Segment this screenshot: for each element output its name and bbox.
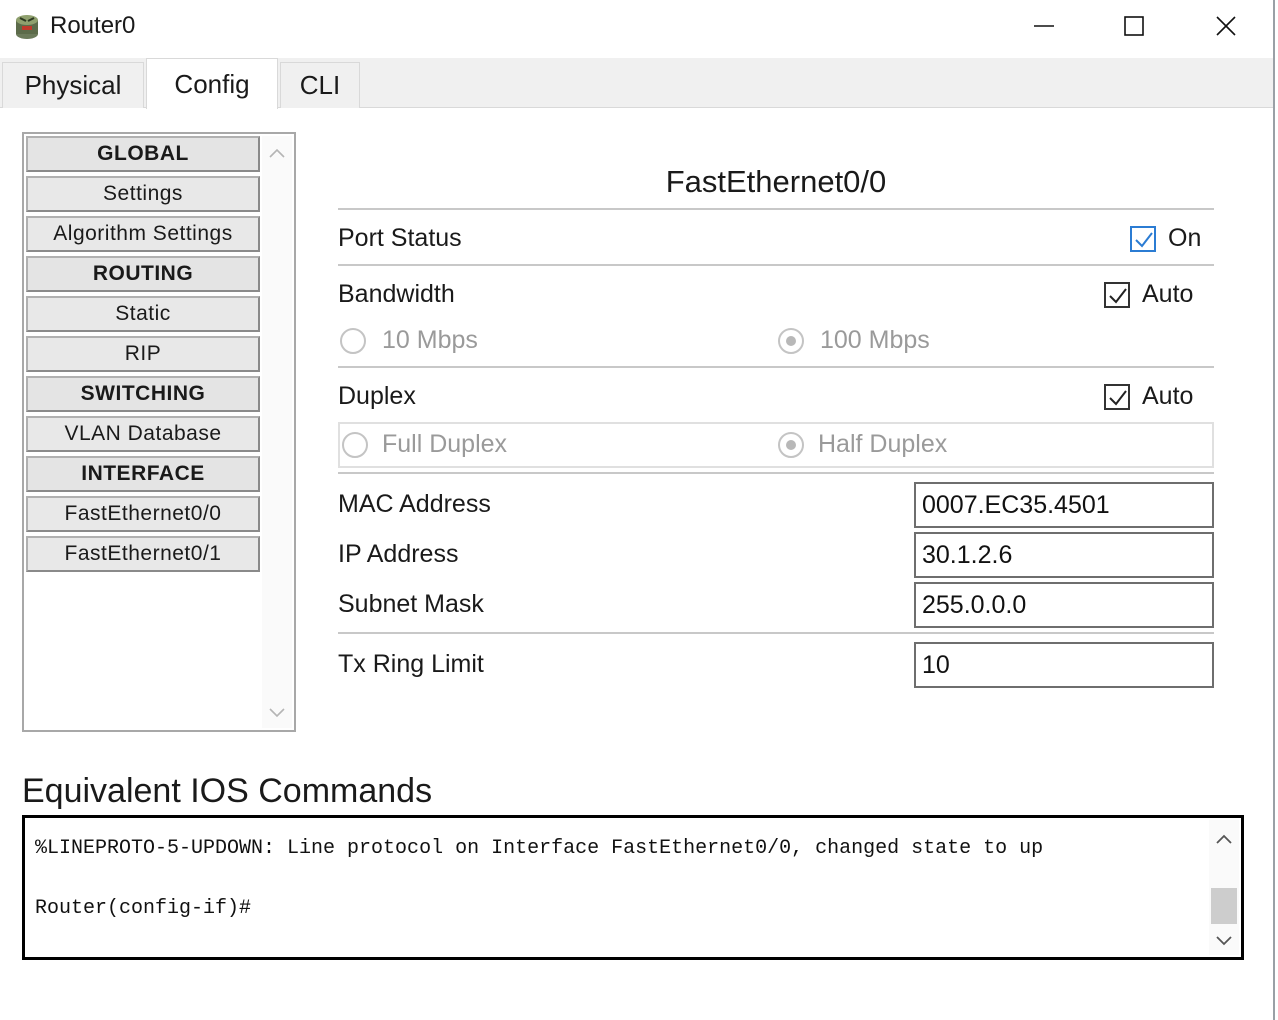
ios-commands-text: %LINEPROTO-5-UPDOWN: Line protocol on In… (35, 837, 1044, 920)
half-duplex-label: Half Duplex (818, 430, 948, 458)
bandwidth-100-label: 100 Mbps (820, 326, 930, 354)
nav-item-fastethernet0-1[interactable]: FastEthernet0/1 (26, 536, 260, 572)
bandwidth-auto-checkbox[interactable] (1104, 282, 1130, 308)
scroll-up-icon[interactable] (1213, 828, 1235, 850)
scroll-down-icon[interactable] (266, 702, 288, 724)
duplex-auto-label: Auto (1142, 382, 1194, 410)
tx-ring-limit-label: Tx Ring Limit (338, 650, 484, 678)
mac-address-field[interactable] (914, 482, 1214, 528)
window-edge (1273, 0, 1275, 1020)
nav-item-algorithm-settings[interactable]: Algorithm Settings (26, 216, 260, 252)
nav-item-static[interactable]: Static (26, 296, 260, 332)
title-bar: Router0 (0, 0, 1278, 56)
tab-physical[interactable]: Physical (2, 62, 144, 108)
half-duplex-radio[interactable] (778, 432, 804, 458)
checkmark-icon (1109, 390, 1127, 406)
ios-commands-console[interactable]: %LINEPROTO-5-UPDOWN: Line protocol on In… (22, 815, 1244, 960)
duplex-label: Duplex (338, 382, 416, 410)
duplex-auto-checkbox[interactable] (1104, 384, 1130, 410)
tab-config[interactable]: Config (146, 58, 278, 109)
minimize-button[interactable] (1012, 4, 1076, 48)
checkmark-icon (1109, 288, 1127, 304)
port-status-on-label: On (1168, 224, 1202, 252)
full-duplex-radio[interactable] (342, 432, 368, 458)
nav-header-switching: SWITCHING (26, 376, 260, 412)
tx-ring-limit-field[interactable] (914, 642, 1214, 688)
interface-title: FastEthernet0/0 (665, 164, 887, 199)
tab-cli[interactable]: CLI (280, 62, 360, 108)
divider (338, 632, 1214, 634)
minimize-icon (1034, 25, 1054, 27)
scroll-down-icon[interactable] (1213, 930, 1235, 952)
nav-scrollbar[interactable] (262, 136, 292, 728)
bandwidth-10-label: 10 Mbps (382, 326, 478, 354)
mac-address-label: MAC Address (338, 490, 491, 518)
port-status-checkbox[interactable] (1130, 226, 1156, 252)
scroll-up-icon[interactable] (266, 142, 288, 164)
close-button[interactable] (1194, 4, 1258, 48)
bandwidth-10-radio[interactable] (340, 328, 366, 354)
nav-header-global: GLOBAL (26, 136, 260, 172)
ip-address-label: IP Address (338, 540, 459, 568)
checkmark-icon (1135, 232, 1153, 248)
subnet-mask-field[interactable] (914, 582, 1214, 628)
bandwidth-auto-label: Auto (1142, 280, 1194, 308)
divider (338, 264, 1214, 266)
config-nav-panel: GLOBAL Settings Algorithm Settings ROUTI… (22, 132, 296, 732)
nav-item-settings[interactable]: Settings (26, 176, 260, 212)
bandwidth-100-radio[interactable] (778, 328, 804, 354)
divider (338, 472, 1214, 474)
ios-scroll-thumb[interactable] (1211, 888, 1237, 924)
nav-item-fastethernet0-0[interactable]: FastEthernet0/0 (26, 496, 260, 532)
nav-header-routing: ROUTING (26, 256, 260, 292)
maximize-icon (1124, 16, 1144, 36)
ios-commands-title: Equivalent IOS Commands (22, 772, 433, 810)
tab-strip: Physical Config CLI (0, 58, 1273, 109)
divider (338, 366, 1214, 368)
ip-address-field[interactable] (914, 532, 1214, 578)
nav-header-interface: INTERFACE (26, 456, 260, 492)
ios-scrollbar[interactable] (1209, 820, 1239, 955)
router-app-icon (12, 12, 42, 42)
subnet-mask-label: Subnet Mask (338, 590, 484, 618)
full-duplex-label: Full Duplex (382, 430, 508, 458)
bandwidth-label: Bandwidth (338, 280, 455, 308)
nav-item-rip[interactable]: RIP (26, 336, 260, 372)
maximize-button[interactable] (1102, 4, 1166, 48)
divider (338, 208, 1214, 210)
window-title: Router0 (50, 12, 136, 39)
nav-item-vlan-database[interactable]: VLAN Database (26, 416, 260, 452)
close-icon (1216, 16, 1236, 36)
port-status-label: Port Status (338, 224, 462, 252)
